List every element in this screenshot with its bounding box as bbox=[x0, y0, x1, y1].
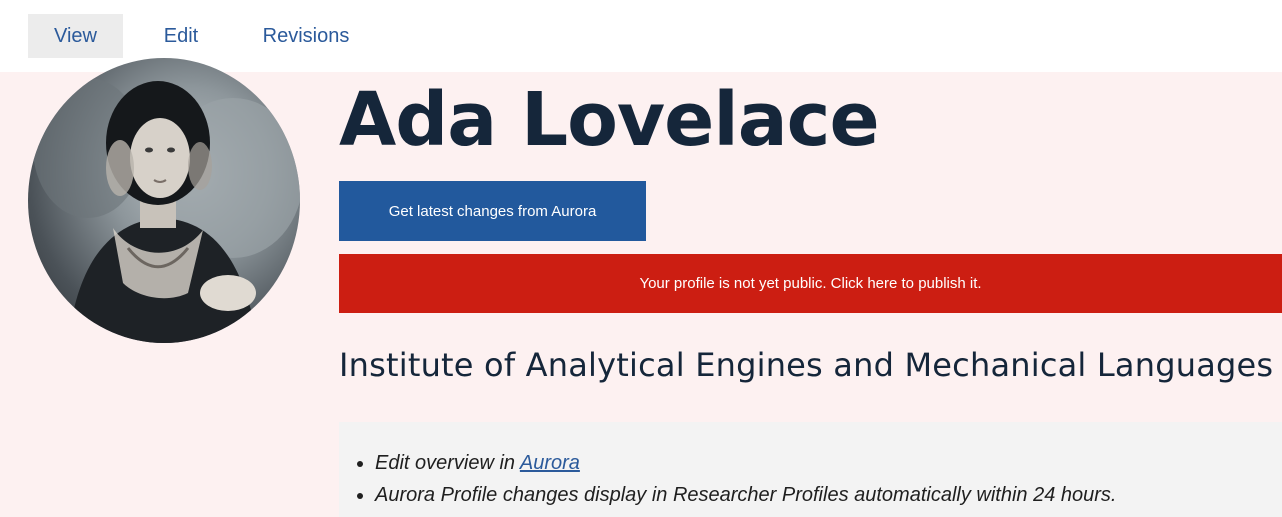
list-item: Aurora Profile changes display in Resear… bbox=[375, 479, 1116, 511]
publish-banner-text: Your profile is not yet public. Click he… bbox=[639, 275, 982, 292]
tab-revisions[interactable]: Revisions bbox=[250, 14, 362, 58]
profile-portrait bbox=[28, 58, 300, 343]
tab-view[interactable]: View bbox=[28, 14, 123, 58]
info-list: Edit overview in Aurora Aurora Profile c… bbox=[339, 447, 1116, 511]
portrait-image bbox=[33, 78, 300, 343]
aurora-link[interactable]: Aurora bbox=[520, 452, 580, 474]
tab-edit[interactable]: Edit bbox=[152, 14, 210, 58]
get-latest-changes-button[interactable]: Get latest changes from Aurora bbox=[339, 181, 646, 241]
list-item: Edit overview in Aurora bbox=[375, 447, 1116, 479]
institute-name: Institute of Analytical Engines and Mech… bbox=[339, 346, 1274, 384]
profile-section: Ada Lovelace Get latest changes from Aur… bbox=[0, 58, 1282, 517]
profile-name: Ada Lovelace bbox=[339, 77, 880, 163]
publish-profile-banner[interactable]: Your profile is not yet public. Click he… bbox=[339, 254, 1282, 313]
info-box: Edit overview in Aurora Aurora Profile c… bbox=[339, 422, 1282, 517]
edit-overview-text: Edit overview in bbox=[375, 452, 520, 474]
profile-sync-note: Aurora Profile changes display in Resear… bbox=[375, 484, 1117, 506]
